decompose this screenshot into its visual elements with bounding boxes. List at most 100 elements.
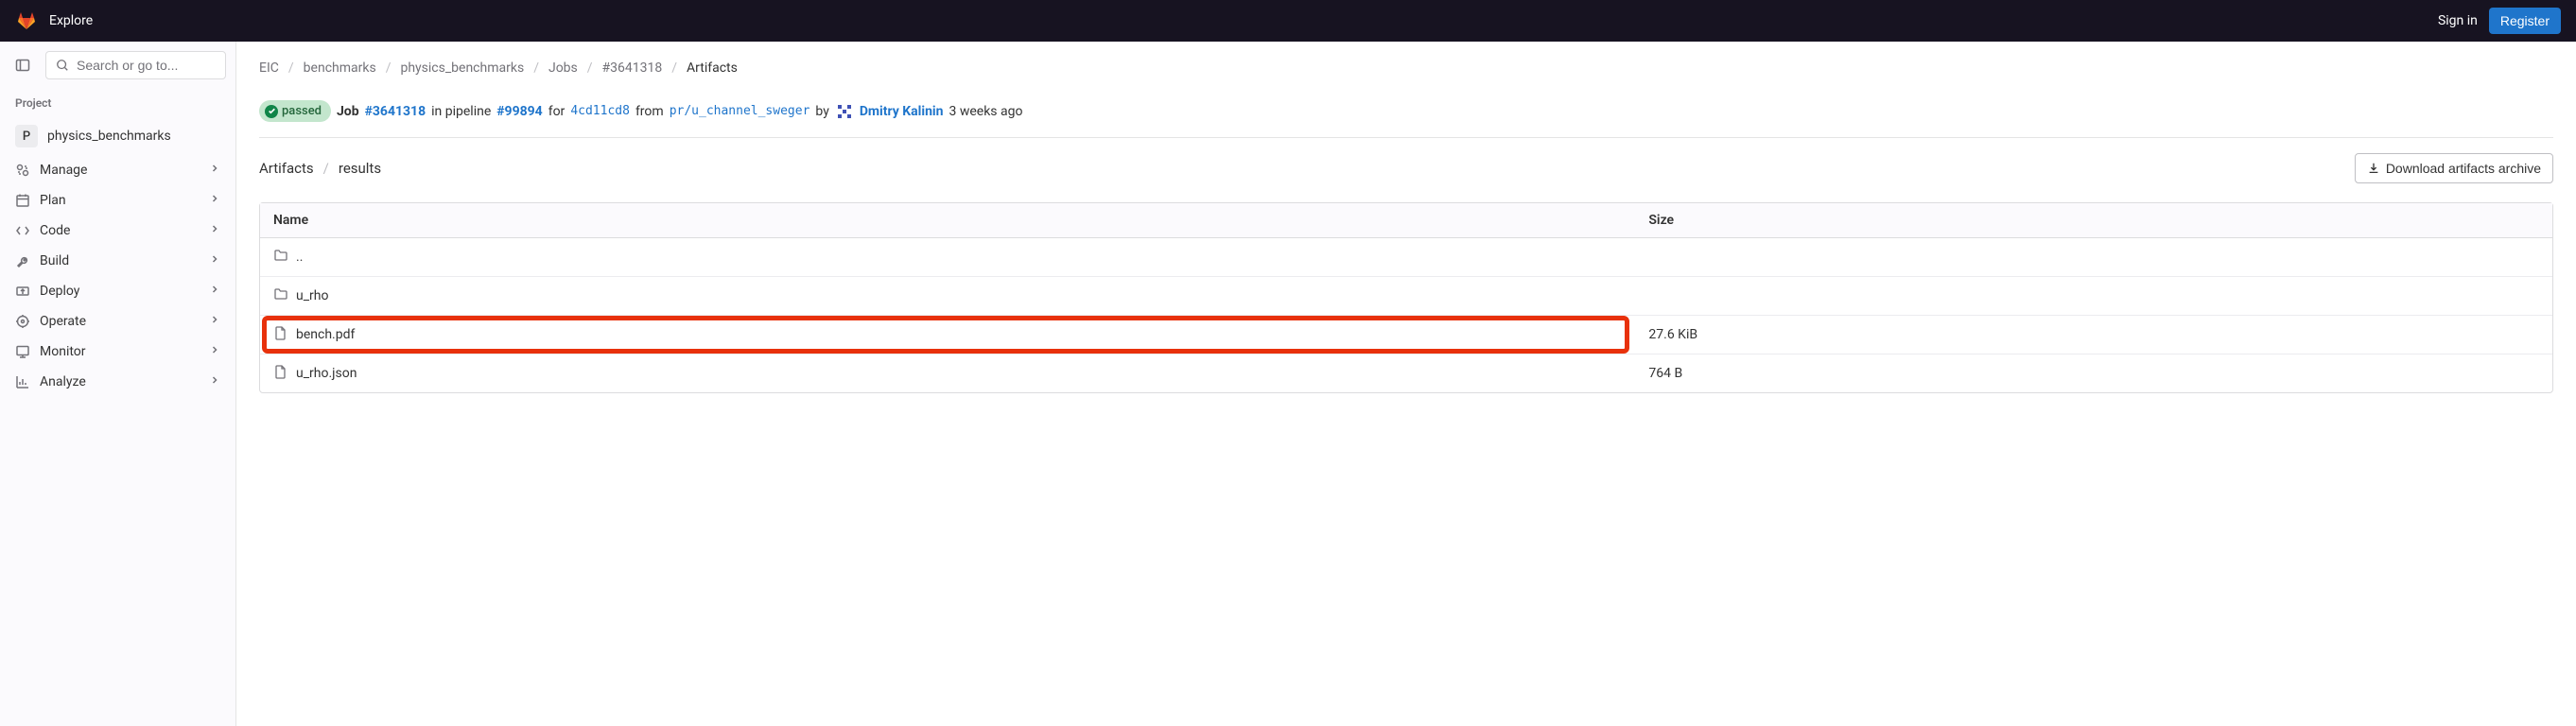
highlight-box — [262, 316, 1629, 354]
artifact-path: Artifacts / results — [259, 160, 381, 177]
explore-link[interactable]: Explore — [49, 13, 93, 28]
folder-icon — [273, 248, 288, 267]
job-info-row: passed Job #3641318 in pipeline #99894 f… — [259, 91, 2553, 138]
gitlab-logo-icon[interactable] — [15, 9, 38, 32]
sidebar: Search or go to... Project P physics_ben… — [0, 42, 236, 726]
chevron-right-icon — [209, 163, 220, 178]
breadcrumbs: EIC / benchmarks / physics_benchmarks / … — [259, 57, 2553, 91]
table-row[interactable]: bench.pdf 27.6 KiB — [260, 316, 2552, 354]
status-text: passed — [282, 104, 322, 118]
artifact-path-root[interactable]: Artifacts — [259, 160, 314, 177]
in-pipeline-label: in pipeline — [431, 104, 491, 119]
chevron-right-icon — [209, 374, 220, 389]
status-badge[interactable]: passed — [259, 100, 331, 122]
file-size — [1635, 238, 2552, 277]
sidebar-item-build[interactable]: Build — [0, 246, 235, 276]
check-circle-icon — [265, 105, 278, 118]
sidebar-item-analyze[interactable]: Analyze — [0, 367, 235, 397]
signin-link[interactable]: Sign in — [2438, 13, 2478, 28]
job-id-link[interactable]: #3641318 — [365, 104, 426, 119]
content-area: EIC / benchmarks / physics_benchmarks / … — [236, 42, 2576, 726]
breadcrumb-separator: / — [533, 60, 539, 76]
job-label: Job — [337, 104, 359, 119]
time-ago: 3 weeks ago — [949, 104, 1022, 119]
monitor-icon — [15, 344, 30, 359]
commit-link[interactable]: 4cd11cd8 — [570, 104, 630, 118]
sidebar-toggle-button[interactable] — [9, 52, 36, 78]
manage-icon — [15, 163, 30, 178]
breadcrumb-eic[interactable]: EIC — [259, 60, 279, 76]
breadcrumb-artifacts: Artifacts — [687, 60, 738, 76]
table-row[interactable]: u_rho.json 764 B — [260, 354, 2552, 392]
breadcrumb-benchmarks[interactable]: benchmarks — [304, 60, 376, 76]
sidebar-item-label: Plan — [40, 193, 66, 208]
deploy-icon — [15, 284, 30, 299]
pipeline-id-link[interactable]: #99894 — [496, 104, 542, 119]
search-icon — [56, 59, 69, 72]
sidebar-item-plan[interactable]: Plan — [0, 185, 235, 216]
plan-icon — [15, 193, 30, 208]
file-name[interactable]: bench.pdf — [296, 327, 355, 342]
project-name: physics_benchmarks — [47, 129, 171, 144]
top-nav-right: Sign in Register — [2438, 8, 2561, 34]
sidebar-item-label: Analyze — [40, 374, 86, 389]
for-label: for — [548, 104, 566, 119]
chevron-right-icon — [209, 223, 220, 238]
sidebar-item-label: Deploy — [40, 284, 79, 299]
chevron-right-icon — [209, 253, 220, 268]
project-avatar: P — [15, 125, 38, 147]
file-icon — [273, 325, 288, 344]
table-row[interactable]: u_rho — [260, 277, 2552, 316]
sidebar-item-deploy[interactable]: Deploy — [0, 276, 235, 306]
breadcrumb-separator: / — [587, 60, 593, 76]
folder-icon — [273, 286, 288, 305]
register-button[interactable]: Register — [2489, 8, 2561, 34]
sidebar-item-label: Manage — [40, 163, 87, 178]
download-artifacts-button[interactable]: Download artifacts archive — [2355, 153, 2553, 183]
artifacts-table: Name Size .. — [259, 202, 2553, 393]
table-header-name: Name — [260, 203, 1635, 238]
analyze-icon — [15, 374, 30, 389]
breadcrumb-job-id[interactable]: #3641318 — [602, 60, 663, 76]
user-name-link[interactable]: Dmitry Kalinin — [860, 104, 944, 119]
branch-link[interactable]: pr/u_channel_sweger — [670, 104, 810, 118]
operate-icon — [15, 314, 30, 329]
breadcrumb-jobs[interactable]: Jobs — [548, 60, 578, 76]
by-label: by — [815, 104, 828, 119]
sidebar-item-label: Build — [40, 253, 69, 268]
download-button-label: Download artifacts archive — [2386, 161, 2541, 176]
top-nav-left: Explore — [15, 9, 93, 32]
file-name[interactable]: u_rho — [296, 288, 328, 303]
sidebar-item-label: Operate — [40, 314, 86, 329]
breadcrumb-separator: / — [323, 160, 329, 177]
chevron-right-icon — [209, 193, 220, 208]
search-placeholder: Search or go to... — [77, 58, 178, 73]
sidebar-item-label: Code — [40, 223, 70, 238]
table-header-size: Size — [1635, 203, 2552, 238]
breadcrumb-physics-benchmarks[interactable]: physics_benchmarks — [400, 60, 524, 76]
sidebar-item-code[interactable]: Code — [0, 216, 235, 246]
search-button[interactable]: Search or go to... — [45, 51, 226, 79]
chevron-right-icon — [209, 284, 220, 299]
chevron-right-icon — [209, 344, 220, 359]
from-label: from — [635, 104, 664, 119]
sidebar-item-operate[interactable]: Operate — [0, 306, 235, 337]
chevron-right-icon — [209, 314, 220, 329]
sidebar-item-monitor[interactable]: Monitor — [0, 337, 235, 367]
artifact-header-row: Artifacts / results Download artifacts a… — [259, 153, 2553, 183]
breadcrumb-separator: / — [671, 60, 677, 76]
file-size — [1635, 277, 2552, 316]
top-navbar: Explore Sign in Register — [0, 0, 2576, 42]
artifact-path-results[interactable]: results — [339, 160, 381, 177]
user-avatar[interactable] — [835, 102, 854, 121]
sidebar-item-manage[interactable]: Manage — [0, 155, 235, 185]
sidebar-item-label: Monitor — [40, 344, 86, 359]
breadcrumb-separator: / — [386, 60, 392, 76]
sidebar-section-label: Project — [0, 89, 235, 117]
file-name[interactable]: u_rho.json — [296, 366, 357, 381]
file-size: 27.6 KiB — [1635, 316, 2552, 354]
table-row[interactable]: .. — [260, 238, 2552, 277]
file-name[interactable]: .. — [296, 250, 303, 265]
breadcrumb-separator: / — [288, 60, 294, 76]
project-item[interactable]: P physics_benchmarks — [0, 117, 235, 155]
